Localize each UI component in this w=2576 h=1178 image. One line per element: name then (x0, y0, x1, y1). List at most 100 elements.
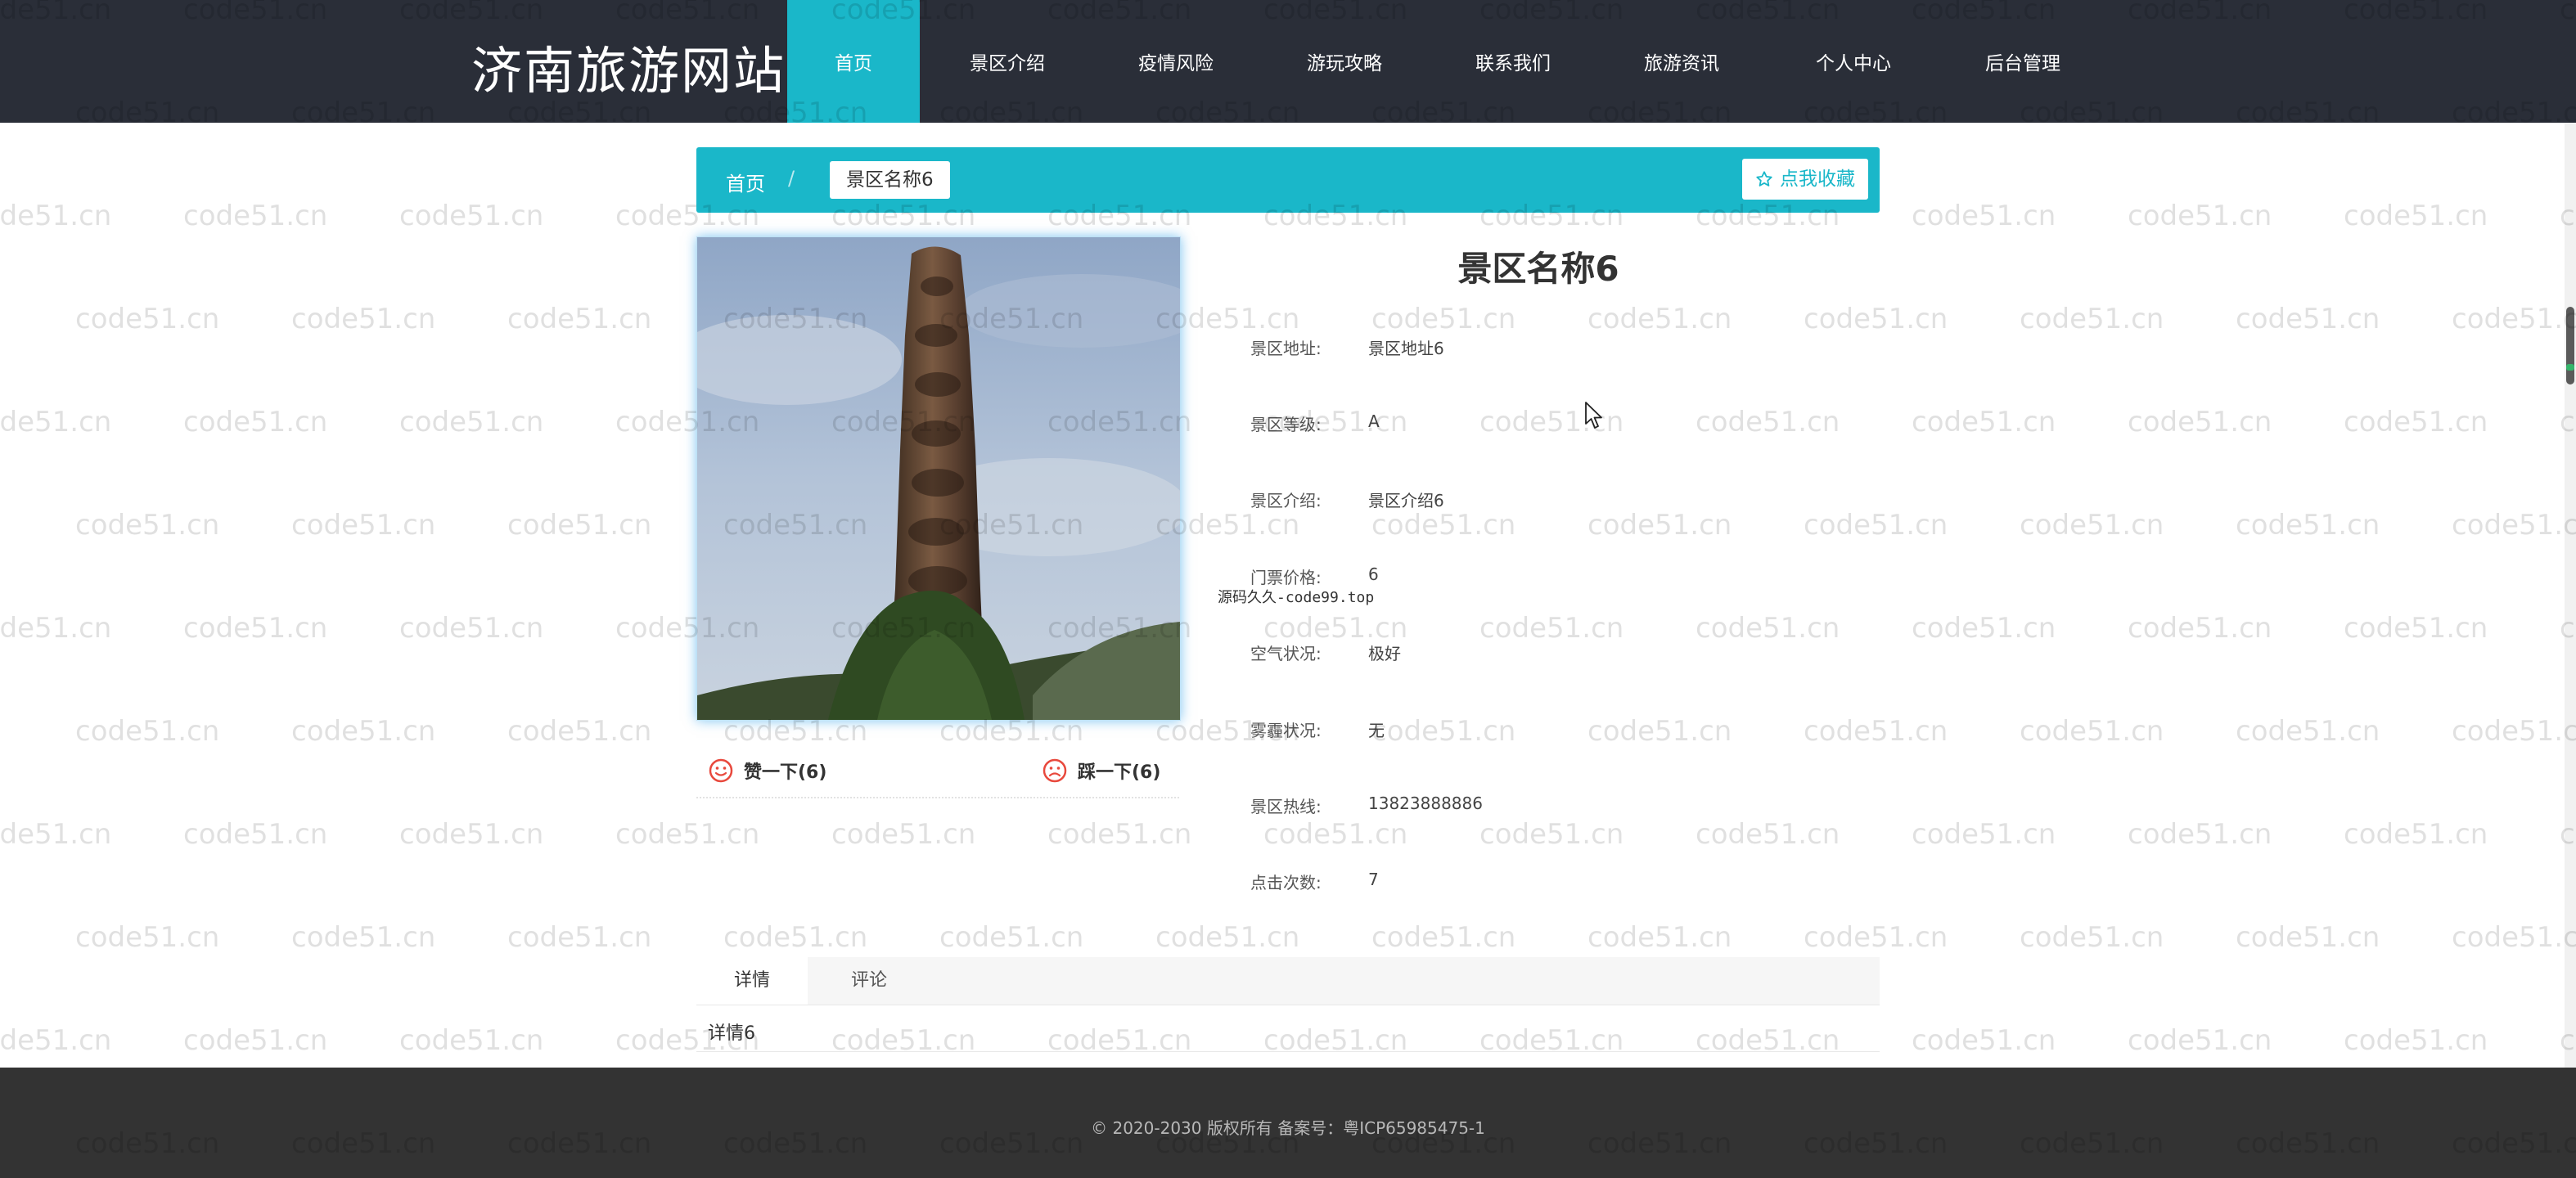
watermark-text: code51.cn (183, 1024, 328, 1057)
scenic-title: 景区名称6 (1457, 249, 1619, 289)
detail-tabs: 详情 评论 (696, 957, 1880, 1005)
watermark-text: code51.cn (1479, 818, 1624, 851)
watermark-text: code51.cn (1912, 200, 2056, 232)
top-navigation-bar: 济南旅游网站 首页 景区介绍 疫情风险 游玩攻略 联系我们 旅游资讯 个人中心 … (0, 0, 2576, 123)
watermark-text: code51.cn (399, 406, 544, 438)
watermark-text: code51.cn (615, 818, 760, 851)
like-button[interactable]: 赞一下(6) (708, 758, 826, 784)
watermark-text: code51.cn (1804, 715, 1948, 748)
watermark-text: code51.cn (1912, 818, 2056, 851)
breadcrumb: 首页 / 景区名称6 点我收藏 (696, 147, 1880, 213)
watermark-text: code51.cn (1155, 921, 1300, 954)
nav-item-epidemic-risk[interactable]: 疫情风险 (1095, 0, 1257, 123)
info-row-level: 景区等级: A (1250, 405, 1741, 438)
tab-content-text: 详情6 (708, 1023, 755, 1044)
watermark-text: code51.cn (2020, 921, 2164, 954)
info-label: 景区等级: (1250, 415, 1322, 434)
watermark-text: code51.cn (1804, 509, 1948, 542)
watermark-text: code51.cn (2020, 509, 2164, 542)
favorite-button-label: 点我收藏 (1780, 169, 1855, 190)
smile-icon (709, 758, 733, 783)
tab-comments[interactable]: 评论 (808, 957, 930, 1005)
watermark-text: code51.cn (831, 818, 976, 851)
watermark-text: code51.cn (2344, 818, 2488, 851)
watermark-text: code51.cn (0, 612, 112, 645)
watermark-text: code51.cn (2344, 612, 2488, 645)
watermark-text: code51.cn (0, 200, 112, 232)
watermark-text: code51.cn (291, 509, 436, 542)
watermark-text: code51.cn (1912, 1024, 2056, 1057)
page-scrollbar[interactable] (2565, 123, 2576, 1068)
nav-item-home[interactable]: 首页 (787, 0, 920, 123)
info-label: 点击次数: (1250, 873, 1322, 892)
watermark-text: code51.cn (507, 303, 652, 335)
scrollbar-marker (2566, 364, 2574, 371)
favorite-button[interactable]: 点我收藏 (1742, 159, 1868, 200)
watermark-text: code51.cn (291, 921, 436, 954)
watermark-text: code51.cn (2452, 715, 2576, 748)
watermark-text: code51.cn (507, 715, 652, 748)
watermark-text: code51.cn (1371, 921, 1516, 954)
watermark-text: code51.cn (2344, 406, 2488, 438)
watermark-text: code51.cn (2020, 303, 2164, 335)
watermark-text: code51.cn (75, 921, 220, 954)
watermark-text: code51.cn (1912, 406, 2056, 438)
footer: © 2020-2030 版权所有 备案号：粤ICP65985475-1 (0, 1068, 2576, 1178)
nav-item-personal-center[interactable]: 个人中心 (1769, 0, 1938, 123)
watermark-text: code51.cn (75, 715, 220, 748)
nav-item-travel-guide[interactable]: 游玩攻略 (1257, 0, 1432, 123)
info-label: 门票价格: (1250, 568, 1322, 587)
watermark-text: code51.cn (399, 200, 544, 232)
breadcrumb-current: 景区名称6 (830, 161, 950, 199)
info-row-intro: 景区介绍: 景区介绍6 (1250, 481, 1741, 514)
scenic-photo (696, 236, 1181, 721)
nav-item-contact-us[interactable]: 联系我们 (1432, 0, 1594, 123)
vote-row: 赞一下(6) 踩一下(6) (696, 746, 1179, 798)
nav-item-travel-news[interactable]: 旅游资讯 (1594, 0, 1769, 123)
info-row-address: 景区地址: 景区地址6 (1250, 329, 1741, 362)
watermark-text: code51.cn (399, 1024, 544, 1057)
watermark-text: code51.cn (183, 612, 328, 645)
main-nav: 首页 景区介绍 疫情风险 游玩攻略 联系我们 旅游资讯 个人中心 后台管理 (787, 0, 2108, 123)
watermark-text: code51.cn (2128, 406, 2272, 438)
breadcrumb-home-link[interactable]: 首页 (726, 168, 765, 196)
site-logo-text[interactable]: 济南旅游网站 (471, 29, 786, 103)
watermark-text: code51.cn (2236, 715, 2380, 748)
frown-icon (1043, 758, 1067, 783)
info-value: 极好 (1368, 644, 1401, 663)
watermark-text: code51.cn (2128, 200, 2272, 232)
nav-item-scenic-intro[interactable]: 景区介绍 (920, 0, 1095, 123)
watermark-text: code51.cn (2344, 200, 2488, 232)
watermark-text: code51.cn (183, 200, 328, 232)
watermark-text: code51.cn (2236, 921, 2380, 954)
info-value: 无 (1368, 721, 1385, 740)
info-value: A (1368, 411, 1380, 431)
nav-item-admin[interactable]: 后台管理 (1938, 0, 2108, 123)
info-label: 雾霾状况: (1250, 721, 1322, 740)
dislike-label: 踩一下(6) (1078, 762, 1161, 783)
watermark-text: code51.cn (399, 818, 544, 851)
star-outline-icon (1756, 171, 1772, 187)
watermark-text: code51.cn (291, 715, 436, 748)
scrollbar-thumb[interactable] (2566, 307, 2574, 384)
watermark-text: code51.cn (0, 818, 112, 851)
footer-copyright: © 2020-2030 版权所有 备案号：粤ICP65985475-1 (1091, 1118, 1485, 1138)
watermark-text: code51.cn (75, 303, 220, 335)
watermark-text: code51.cn (183, 818, 328, 851)
tab-detail[interactable]: 详情 (696, 957, 808, 1005)
watermark-text: code51.cn (2128, 612, 2272, 645)
watermark-text: code51.cn (2344, 1024, 2488, 1057)
info-value: 6 (1368, 564, 1379, 584)
watermark-text: code51.cn (1047, 818, 1192, 851)
dislike-button[interactable]: 踩一下(6) (1042, 758, 1160, 784)
watermark-text: code51.cn (1696, 818, 1840, 851)
info-value: 景区介绍6 (1368, 491, 1444, 510)
watermark-text: code51.cn (399, 612, 544, 645)
watermark-text: code51.cn (1587, 921, 1732, 954)
watermark-text: code51.cn (1804, 921, 1948, 954)
breadcrumb-separator: / (788, 167, 795, 190)
info-row-haze: 雾霾状况: 无 (1250, 711, 1741, 744)
info-label: 空气状况: (1250, 644, 1322, 663)
info-label: 景区地址: (1250, 339, 1322, 358)
info-value: 7 (1368, 870, 1379, 889)
